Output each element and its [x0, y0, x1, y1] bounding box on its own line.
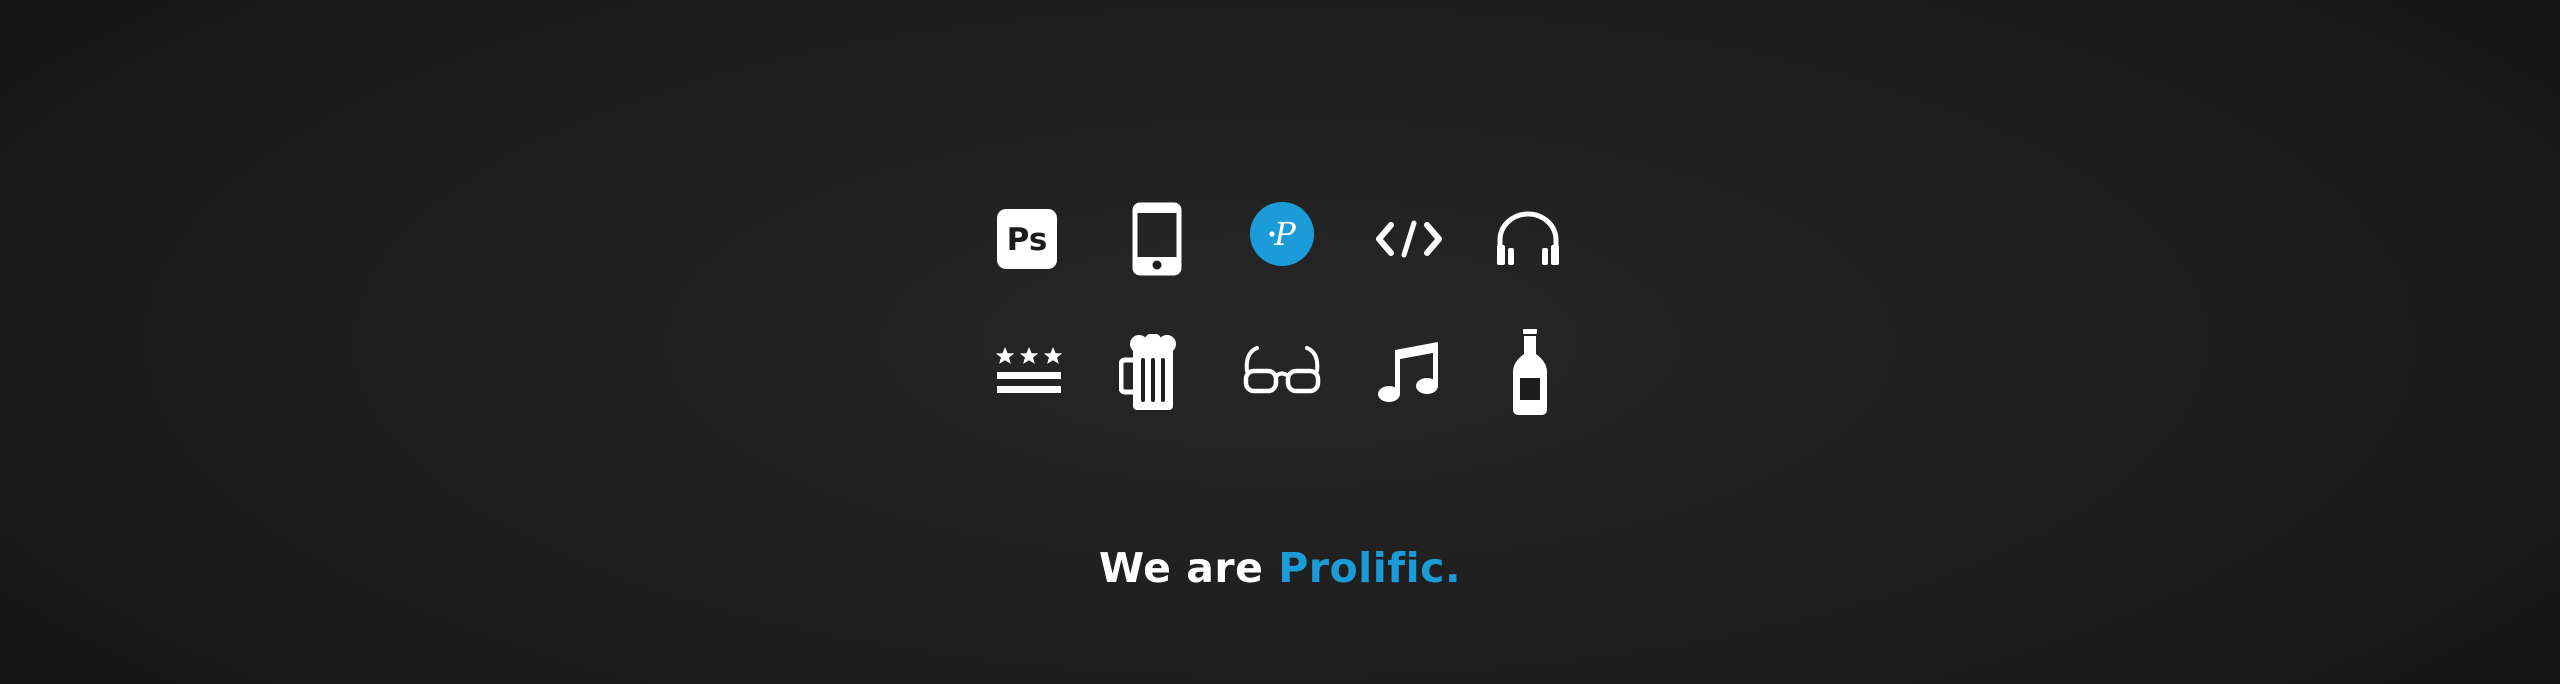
tagline-brand: Prolific. [1278, 544, 1462, 592]
prolific-logo-icon: P [1250, 202, 1314, 266]
music-note-icon [1378, 342, 1438, 402]
beer-mug-icon [1119, 334, 1176, 410]
dc-flag-icon [996, 347, 1062, 393]
photoshop-icon-label: Ps [1007, 222, 1048, 258]
code-icon [1376, 220, 1442, 258]
photoshop-icon: Ps [997, 209, 1057, 269]
smartphone-icon [1132, 202, 1182, 276]
hero-banner: Ps P We are Prolific. [0, 0, 2560, 684]
prolific-logo-letter: P [1273, 215, 1296, 253]
beer-bottle-icon [1513, 329, 1547, 415]
tagline: We are Prolific. [0, 538, 2560, 598]
glasses-icon [1243, 346, 1321, 394]
tagline-prefix: We are [1098, 544, 1279, 592]
headphones-icon [1497, 211, 1559, 265]
